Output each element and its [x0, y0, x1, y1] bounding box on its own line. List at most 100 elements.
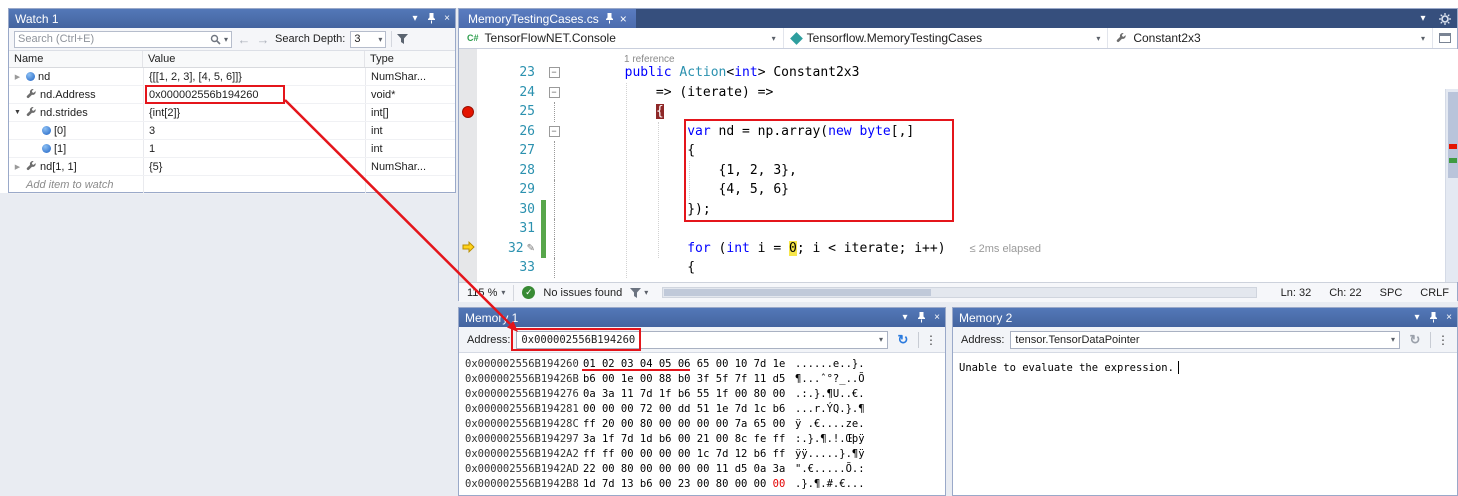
- watch-row[interactable]: [0]3int: [9, 122, 455, 140]
- code-text[interactable]: {: [562, 141, 1458, 161]
- zoom-select[interactable]: 115 % ▾: [467, 287, 505, 299]
- memory1-address-input[interactable]: [521, 334, 879, 346]
- code-line[interactable]: 26− var nd = np.array(new byte[,]: [459, 122, 1458, 142]
- search-icon[interactable]: [210, 34, 221, 45]
- issues-status[interactable]: No issues found: [543, 287, 622, 299]
- glyph-margin-cell[interactable]: [459, 219, 477, 239]
- breakpoint-icon[interactable]: [462, 106, 474, 118]
- code-line[interactable]: 32✎ for (int i = 0; i < iterate; i++)≤ 2…: [459, 239, 1458, 259]
- window-position-icon[interactable]: ▾: [407, 11, 423, 26]
- close-icon[interactable]: ×: [929, 310, 945, 325]
- memory2-address-input[interactable]: [1015, 334, 1391, 346]
- fold-margin-cell[interactable]: [546, 141, 562, 161]
- memory-row[interactable]: 0x000002556B19426Bb6 00 1e 00 88 b0 3f 5…: [465, 372, 945, 387]
- window-position-icon[interactable]: ▾: [1409, 310, 1425, 325]
- pin-icon[interactable]: [913, 310, 929, 325]
- watch-row[interactable]: [1]1int: [9, 140, 455, 158]
- gear-icon[interactable]: [1437, 11, 1453, 26]
- expander-icon[interactable]: ▼: [12, 109, 23, 116]
- memory-row[interactable]: 0x000002556B1942A2ff ff 00 00 00 00 1c 7…: [465, 447, 945, 462]
- line-number[interactable]: 30: [477, 200, 541, 220]
- line-number[interactable]: 32✎: [477, 239, 541, 259]
- fold-collapse-icon[interactable]: −: [549, 67, 560, 78]
- line-number[interactable]: 31: [477, 219, 541, 239]
- memory2-address-combo[interactable]: ▾: [1010, 331, 1400, 349]
- memory-row[interactable]: 0x000002556B19428Cff 20 00 80 00 00 00 0…: [465, 417, 945, 432]
- scrollbar-thumb[interactable]: [1448, 92, 1458, 178]
- fold-collapse-icon[interactable]: −: [549, 126, 560, 137]
- glyph-margin-cell[interactable]: [459, 102, 477, 122]
- line-number[interactable]: 24: [477, 83, 541, 103]
- memory-row[interactable]: 0x000002556B1942B81d 7d 13 b6 00 23 00 8…: [465, 477, 945, 492]
- line-number[interactable]: 33: [477, 258, 541, 278]
- code-line[interactable]: 27 {: [459, 141, 1458, 161]
- watch-search-box[interactable]: ▾: [14, 31, 232, 48]
- chevron-down-icon[interactable]: ▾: [1391, 335, 1395, 344]
- project-dropdown[interactable]: C# TensorFlowNET.Console ▾: [459, 28, 784, 48]
- memory-row[interactable]: 0x000002556B19426001 02 03 04 05 06 65 0…: [465, 357, 945, 372]
- code-line[interactable]: 28 {1, 2, 3},: [459, 161, 1458, 181]
- filter-icon[interactable]: [397, 34, 408, 44]
- glyph-margin-cell[interactable]: [459, 141, 477, 161]
- search-next-icon[interactable]: →: [256, 32, 270, 47]
- editor-horizontal-scrollbar[interactable]: [662, 287, 1256, 298]
- glyph-margin-cell[interactable]: [459, 161, 477, 181]
- tab-list-caret-icon[interactable]: ▾: [1415, 11, 1431, 26]
- watch-header[interactable]: Watch 1 ▾ ×: [9, 9, 455, 28]
- fold-margin-cell[interactable]: −: [546, 83, 562, 103]
- issues-filter-icon[interactable]: ▾: [630, 288, 648, 298]
- code-line[interactable]: 30 });: [459, 200, 1458, 220]
- memory1-address-combo[interactable]: ▾: [516, 331, 888, 349]
- code-text[interactable]: {: [562, 102, 1458, 122]
- split-window-icon[interactable]: [1433, 28, 1457, 48]
- code-text[interactable]: });: [562, 200, 1458, 220]
- memory-row[interactable]: 0x000002556B1942973a 1f 7d 1d b6 00 21 0…: [465, 432, 945, 447]
- line-number[interactable]: 28: [477, 161, 541, 181]
- code-text[interactable]: {: [562, 258, 1458, 278]
- chevron-down-icon[interactable]: ▾: [879, 335, 883, 344]
- column-type[interactable]: Type: [365, 51, 455, 67]
- pin-icon[interactable]: [1425, 310, 1441, 325]
- tab-close-icon[interactable]: ×: [620, 12, 627, 26]
- scrollbar-thumb[interactable]: [664, 289, 931, 296]
- document-tab[interactable]: MemoryTestingCases.cs ×: [459, 9, 636, 28]
- code-line[interactable]: 25 {: [459, 102, 1458, 122]
- glyph-margin-cell[interactable]: [459, 239, 477, 259]
- code-text[interactable]: public Action<int> Constant2x3: [562, 63, 1458, 83]
- glyph-margin-cell[interactable]: [459, 122, 477, 142]
- fold-collapse-icon[interactable]: −: [549, 87, 560, 98]
- search-input[interactable]: [18, 33, 207, 45]
- search-options-caret-icon[interactable]: ▾: [224, 35, 228, 44]
- tab-pin-icon[interactable]: [605, 13, 614, 24]
- code-text[interactable]: for (int i = 0; i < iterate; i++)≤ 2ms e…: [562, 239, 1458, 259]
- fold-margin-cell[interactable]: [546, 239, 562, 259]
- fold-margin-cell[interactable]: −: [546, 122, 562, 142]
- memory-row[interactable]: 0x000002556B19428100 00 00 72 00 dd 51 1…: [465, 402, 945, 417]
- code-line[interactable]: 24− => (iterate) =>: [459, 83, 1458, 103]
- memory-row[interactable]: 0x000002556B1942760a 3a 11 7d 1f b6 55 1…: [465, 387, 945, 402]
- refresh-icon[interactable]: ↻: [1406, 332, 1424, 348]
- column-value[interactable]: Value: [143, 51, 365, 67]
- editor-vertical-scrollbar[interactable]: [1445, 89, 1458, 282]
- glyph-margin-cell[interactable]: [459, 258, 477, 278]
- close-icon[interactable]: ×: [439, 11, 455, 26]
- member-dropdown[interactable]: Constant2x3 ▾: [1108, 28, 1433, 48]
- fold-margin-cell[interactable]: [546, 258, 562, 278]
- fold-margin-cell[interactable]: [546, 180, 562, 200]
- line-number[interactable]: 23: [477, 63, 541, 83]
- type-dropdown[interactable]: Tensorflow.MemoryTestingCases ▾: [784, 28, 1109, 48]
- fold-margin-cell[interactable]: [546, 161, 562, 181]
- search-prev-icon[interactable]: ←: [237, 32, 251, 47]
- fold-margin-cell[interactable]: [546, 102, 562, 122]
- watch-row[interactable]: Add item to watch: [9, 176, 455, 194]
- glyph-margin-cell[interactable]: [459, 180, 477, 200]
- code-text[interactable]: {4, 5, 6}: [562, 180, 1458, 200]
- refresh-icon[interactable]: ↻: [894, 332, 912, 348]
- code-line[interactable]: 33 {: [459, 258, 1458, 278]
- close-icon[interactable]: ×: [1441, 310, 1457, 325]
- column-name[interactable]: Name: [9, 51, 143, 67]
- code-line[interactable]: 23− public Action<int> Constant2x3: [459, 63, 1458, 83]
- memory1-header[interactable]: Memory 1 ▾ ×: [459, 308, 945, 327]
- status-eol[interactable]: CRLF: [1420, 287, 1449, 299]
- line-number[interactable]: 29: [477, 180, 541, 200]
